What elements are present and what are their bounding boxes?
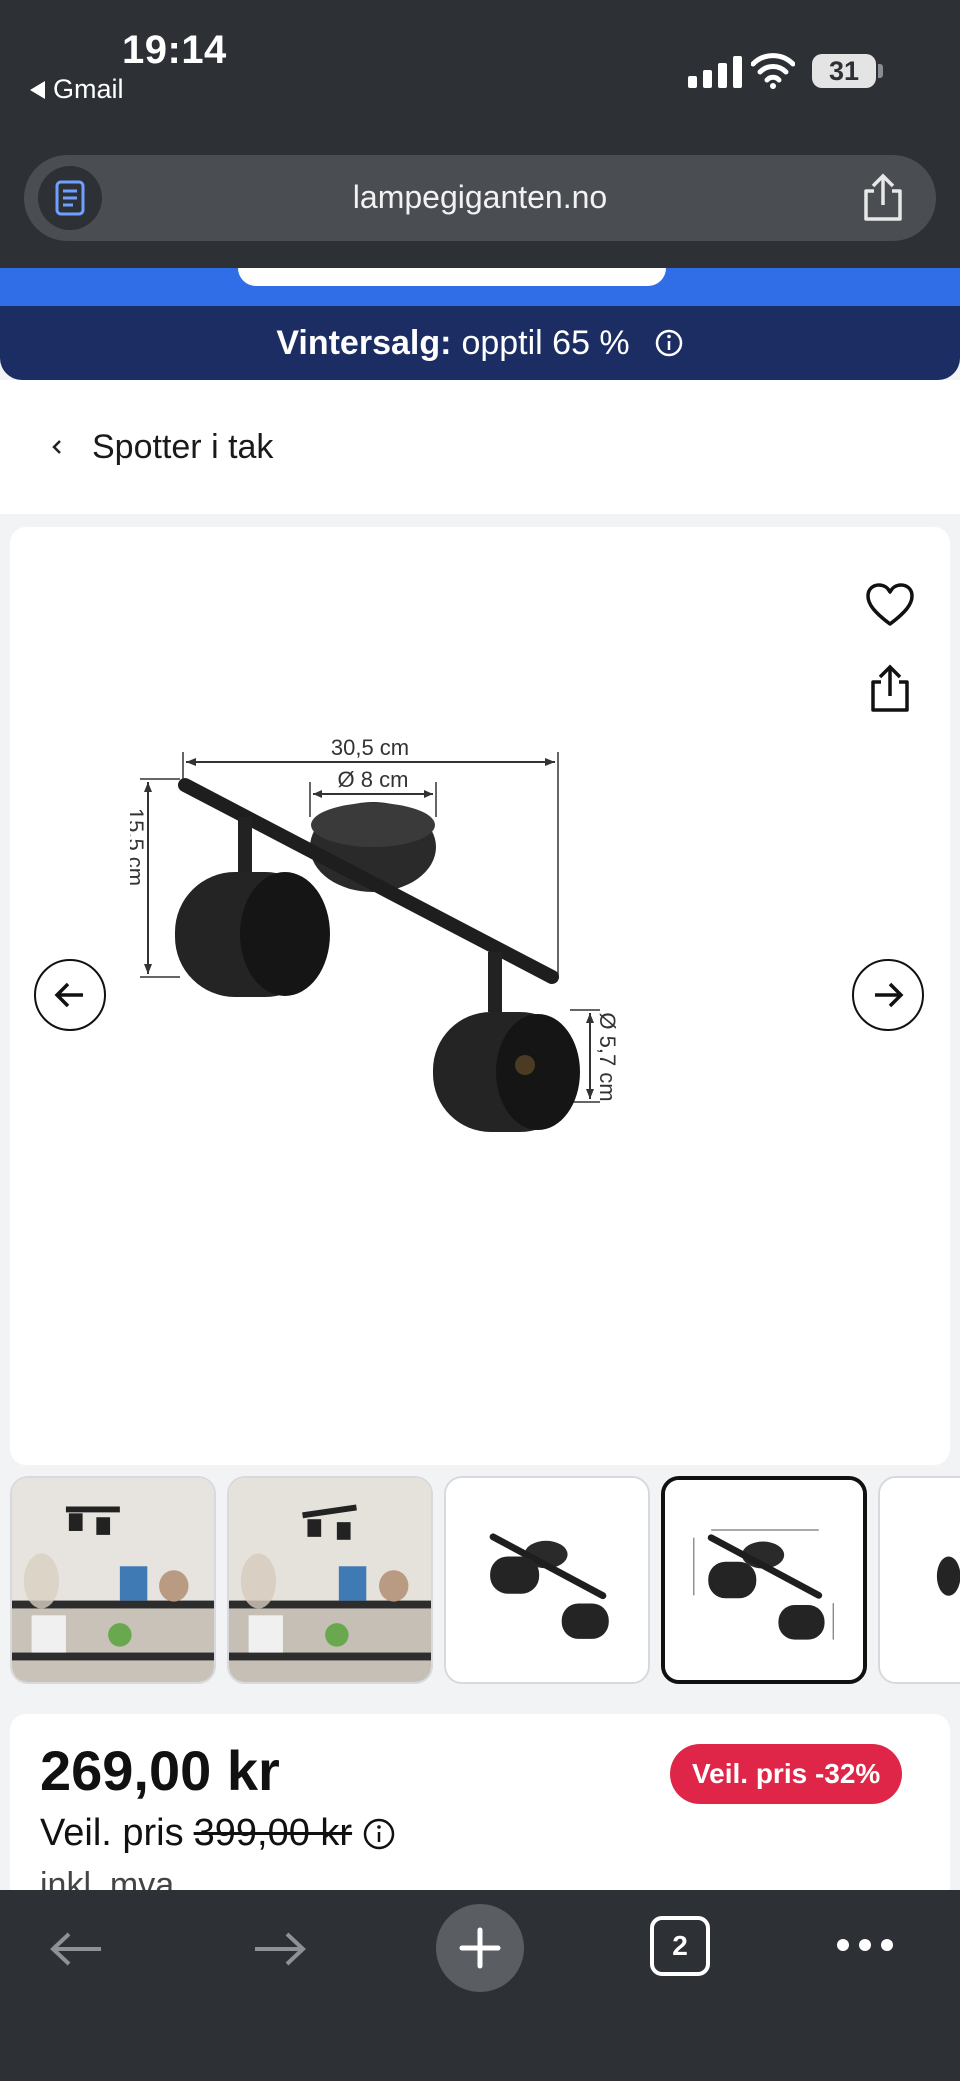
heart-icon[interactable]: [862, 577, 918, 633]
back-app-label: Gmail: [53, 74, 124, 104]
arrow-right-icon: [875, 982, 904, 1008]
tab-switcher-button[interactable]: 2: [650, 1916, 710, 1976]
thumbnail-2[interactable]: [227, 1476, 433, 1684]
next-image-button[interactable]: [852, 959, 924, 1031]
cellular-signal-icon: [688, 52, 742, 88]
thumbnail-3[interactable]: [444, 1476, 650, 1684]
more-dots-icon: [837, 1939, 893, 1951]
arrow-left-icon: [54, 982, 83, 1008]
info-icon[interactable]: [654, 328, 684, 358]
chevron-left-icon: [52, 440, 61, 454]
more-menu-button[interactable]: [830, 1920, 900, 1970]
back-triangle-icon: [30, 80, 45, 99]
arrow-right-icon: [255, 1932, 306, 1966]
address-bar[interactable]: lampegiganten.no: [24, 155, 936, 241]
dim-shade-label: Ø 5,7 cm: [595, 1012, 620, 1101]
recommended-price-value: 399,00 kr: [193, 1812, 353, 1854]
thumbnail-4-selected[interactable]: [661, 1476, 867, 1684]
battery-tip: [878, 64, 883, 78]
battery-indicator: 31: [812, 54, 876, 88]
dim-base-label: Ø 8 cm: [338, 767, 409, 792]
dimension-drawing-thumbnail: [665, 1480, 863, 1680]
room-photo-thumbnail: [229, 1478, 431, 1682]
dim-height-label: 15,5 cm: [130, 808, 148, 886]
share-icon[interactable]: [868, 663, 912, 715]
url-text: lampegiganten.no: [352, 179, 608, 215]
recommended-price-row: Veil. pris 399,00 kr: [40, 1812, 396, 1855]
info-icon[interactable]: [362, 1817, 396, 1851]
discount-badge: Veil. pris -32%: [670, 1744, 903, 1804]
back-to-app-link[interactable]: Gmail: [30, 74, 124, 105]
new-tab-button[interactable]: [436, 1904, 524, 1992]
product-image-gallery[interactable]: 30,5 cm Ø 8 cm 15,5 cm Ø 5,7 cm: [10, 527, 950, 1465]
previous-image-button[interactable]: [34, 959, 106, 1031]
product-thumbnail: [880, 1478, 960, 1682]
dim-width-label: 30,5 cm: [331, 735, 409, 760]
browser-forward-button[interactable]: [244, 1914, 314, 1984]
arrow-left-icon: [50, 1932, 101, 1966]
product-thumbnail: [446, 1478, 648, 1682]
current-price: 269,00 kr: [40, 1739, 280, 1802]
plus-icon: [459, 1927, 501, 1969]
breadcrumb-label: Spotter i tak: [92, 427, 274, 466]
browser-bottom-toolbar: 2: [0, 1890, 960, 2081]
room-photo-thumbnail: [12, 1478, 214, 1682]
browser-top-chrome: 19:14 Gmail 31 lampegiganten.no: [0, 0, 960, 268]
wifi-icon: [751, 53, 795, 89]
recommended-price-prefix: Veil. pris: [40, 1812, 184, 1854]
thumbnail-1[interactable]: [10, 1476, 216, 1684]
thumbnail-5[interactable]: [878, 1476, 960, 1684]
thumbnail-strip[interactable]: [0, 1476, 960, 1686]
search-pill-edge[interactable]: [238, 268, 666, 286]
sale-banner-bold: Vintersalg:: [276, 323, 452, 362]
share-icon[interactable]: [860, 173, 906, 223]
browser-back-button[interactable]: [42, 1914, 112, 1984]
sale-banner[interactable]: Vintersalg: opptil 65 %: [0, 306, 960, 380]
sale-banner-text: opptil 65 %: [461, 323, 630, 362]
product-dimension-drawing: 30,5 cm Ø 8 cm 15,5 cm Ø 5,7 cm: [130, 735, 620, 1132]
breadcrumb[interactable]: Spotter i tak: [0, 380, 960, 514]
status-time: 19:14: [122, 28, 227, 72]
